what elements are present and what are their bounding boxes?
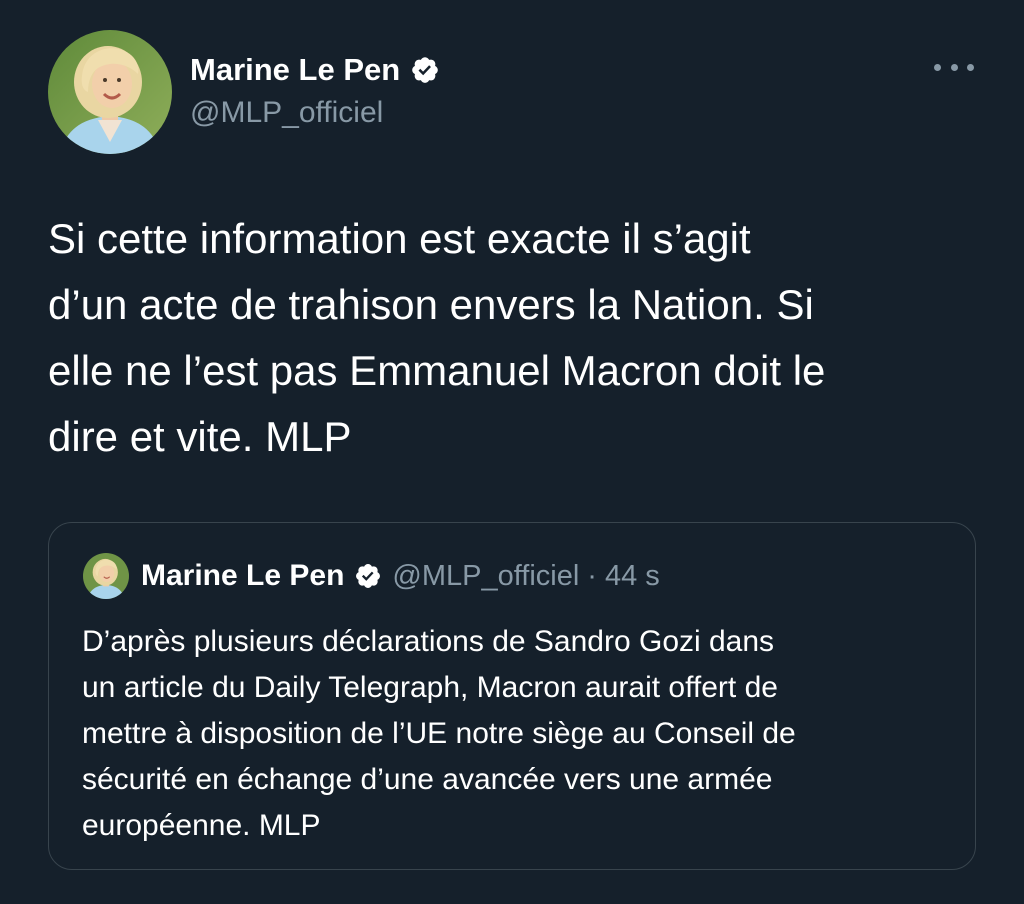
quoted-author-handle[interactable]: @MLP_officiel	[392, 560, 579, 593]
quoted-text-line: européenne. MLP	[82, 809, 321, 842]
quoted-text-line: un article du Daily Telegraph, Macron au…	[82, 671, 778, 704]
quoted-author-name[interactable]: Marine Le Pen	[141, 559, 344, 593]
quoted-text-line: mettre à disposition de l’UE notre siège…	[82, 717, 796, 750]
tweet-text-line: Si cette information est exacte il s’agi…	[48, 215, 751, 262]
tweet-text-line: dire et vite. MLP	[48, 413, 352, 460]
quoted-author-avatar[interactable]	[83, 553, 129, 599]
tweet: Marine Le Pen @MLP_officiel Si cette inf…	[0, 0, 1024, 904]
more-dot	[934, 63, 941, 71]
tweet-text-line: d’un acte de trahison envers la Nation. …	[48, 281, 814, 328]
quoted-tweet-timestamp[interactable]: 44 s	[605, 560, 660, 593]
separator-dot: ·	[587, 559, 597, 592]
verified-badge-icon	[410, 55, 440, 85]
quoted-text-line: sécurité en échange d’une avancée vers u…	[82, 763, 773, 796]
tweet-text: Si cette information est exacte il s’agi…	[48, 206, 988, 470]
avatar-photo-icon	[48, 30, 172, 154]
quoted-tweet-card[interactable]: Marine Le Pen @MLP_officiel · 44 s D’apr…	[48, 522, 976, 870]
author-avatar[interactable]	[48, 30, 172, 154]
avatar-photo-icon	[83, 553, 129, 599]
more-options-icon[interactable]	[934, 52, 974, 82]
quoted-tweet-text: D’après plusieurs déclarations de Sandro…	[82, 619, 962, 849]
author-handle[interactable]: @MLP_officiel	[190, 96, 383, 130]
more-dot	[950, 63, 958, 71]
verified-badge-icon	[354, 562, 382, 590]
quoted-text-line: D’après plusieurs déclarations de Sandro…	[82, 625, 775, 658]
author-name[interactable]: Marine Le Pen	[190, 52, 440, 88]
tweet-text-line: elle ne l’est pas Emmanuel Macron doit l…	[48, 347, 826, 394]
author-name-label: Marine Le Pen	[190, 52, 401, 87]
quoted-tweet-header: Marine Le Pen @MLP_officiel · 44 s	[83, 553, 660, 599]
more-dot	[967, 63, 974, 71]
